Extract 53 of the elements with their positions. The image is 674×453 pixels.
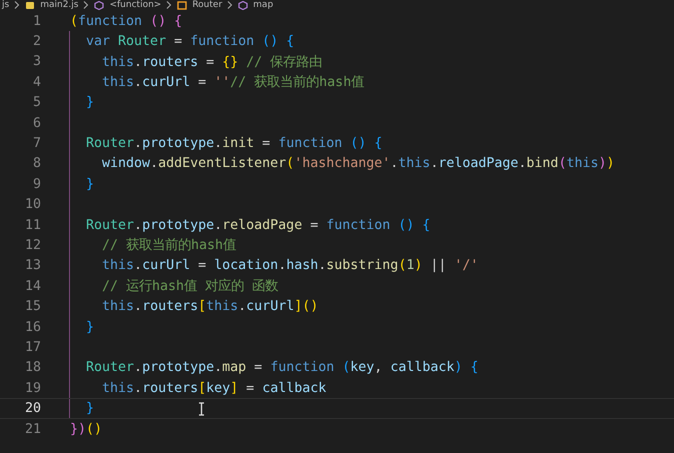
code-line: this.routers[this.curUrl]() — [101, 299, 318, 314]
line-number: 2 — [32, 34, 41, 50]
breadcrumb-item[interactable]: js — [2, 0, 10, 10]
code-line: } — [85, 320, 94, 335]
line-number: 9 — [32, 176, 41, 192]
code-line: Router.prototype.init = function () { — [85, 136, 382, 152]
line-number: 10 — [24, 197, 41, 212]
code-line: // 获取当前的hash值 — [101, 236, 236, 254]
line-number: 12 — [24, 238, 41, 253]
cube-icon — [94, 0, 104, 10]
line-number: 8 — [32, 156, 41, 172]
file-icon — [25, 0, 36, 10]
chevron-icon — [83, 1, 90, 9]
code-line: } — [85, 95, 94, 110]
code-line: Router.prototype.map = function (key, callback) { — [85, 360, 478, 376]
code-line: this.routers[key] = callback — [101, 380, 326, 396]
line-number: 7 — [32, 136, 41, 152]
code-line: this.curUrl = location.hash.substring(1) || '/' — [101, 258, 478, 274]
code-line: this.routers = {} // 保存路由 — [101, 54, 322, 71]
line-number: 11 — [24, 218, 41, 233]
line-number: 16 — [24, 320, 41, 335]
line-number: 15 — [24, 299, 41, 314]
line-number: 17 — [24, 340, 41, 355]
line-number: 19 — [24, 380, 41, 396]
code-line: this.curUrl = ''// 获取当前的hash值 — [101, 74, 364, 92]
line-number: 13 — [24, 258, 41, 274]
code-line: Router.prototype.reloadPage = function () { — [85, 218, 430, 233]
line-number: 1 — [32, 14, 41, 29]
chevron-icon — [14, 1, 20, 9]
line-number: 14 — [24, 278, 41, 294]
breadcrumb-item[interactable]: <function> — [109, 0, 162, 10]
line-number: 21 — [24, 422, 41, 436]
line-number: 5 — [32, 95, 41, 110]
code-line: } — [85, 401, 94, 416]
line-number: 6 — [32, 116, 41, 131]
line-number: 20 — [24, 401, 41, 416]
code-line: // 运行hash值 对应的 函数 — [101, 278, 278, 296]
cube-icon — [238, 0, 248, 10]
line-number: 4 — [32, 74, 41, 90]
line-number: 3 — [32, 54, 41, 70]
chevron-icon — [227, 1, 234, 9]
code-line: var Router = function () { — [85, 34, 294, 50]
breadcrumb-item[interactable]: map — [253, 0, 274, 10]
text-cursor-icon — [198, 402, 205, 416]
class-icon — [177, 0, 188, 10]
breadcrumb-item[interactable]: Router — [192, 0, 222, 10]
code-line: (function () { — [70, 14, 182, 29]
line-number: 18 — [24, 360, 41, 376]
code-line: } — [85, 176, 94, 192]
breadcrumb-item[interactable]: main2.js — [40, 0, 78, 10]
code-line: window.addEventListener('hashchange'.this.reloadPage.bind(this)) — [101, 156, 615, 172]
code-line: })() — [70, 422, 102, 436]
chevron-icon — [166, 1, 172, 9]
